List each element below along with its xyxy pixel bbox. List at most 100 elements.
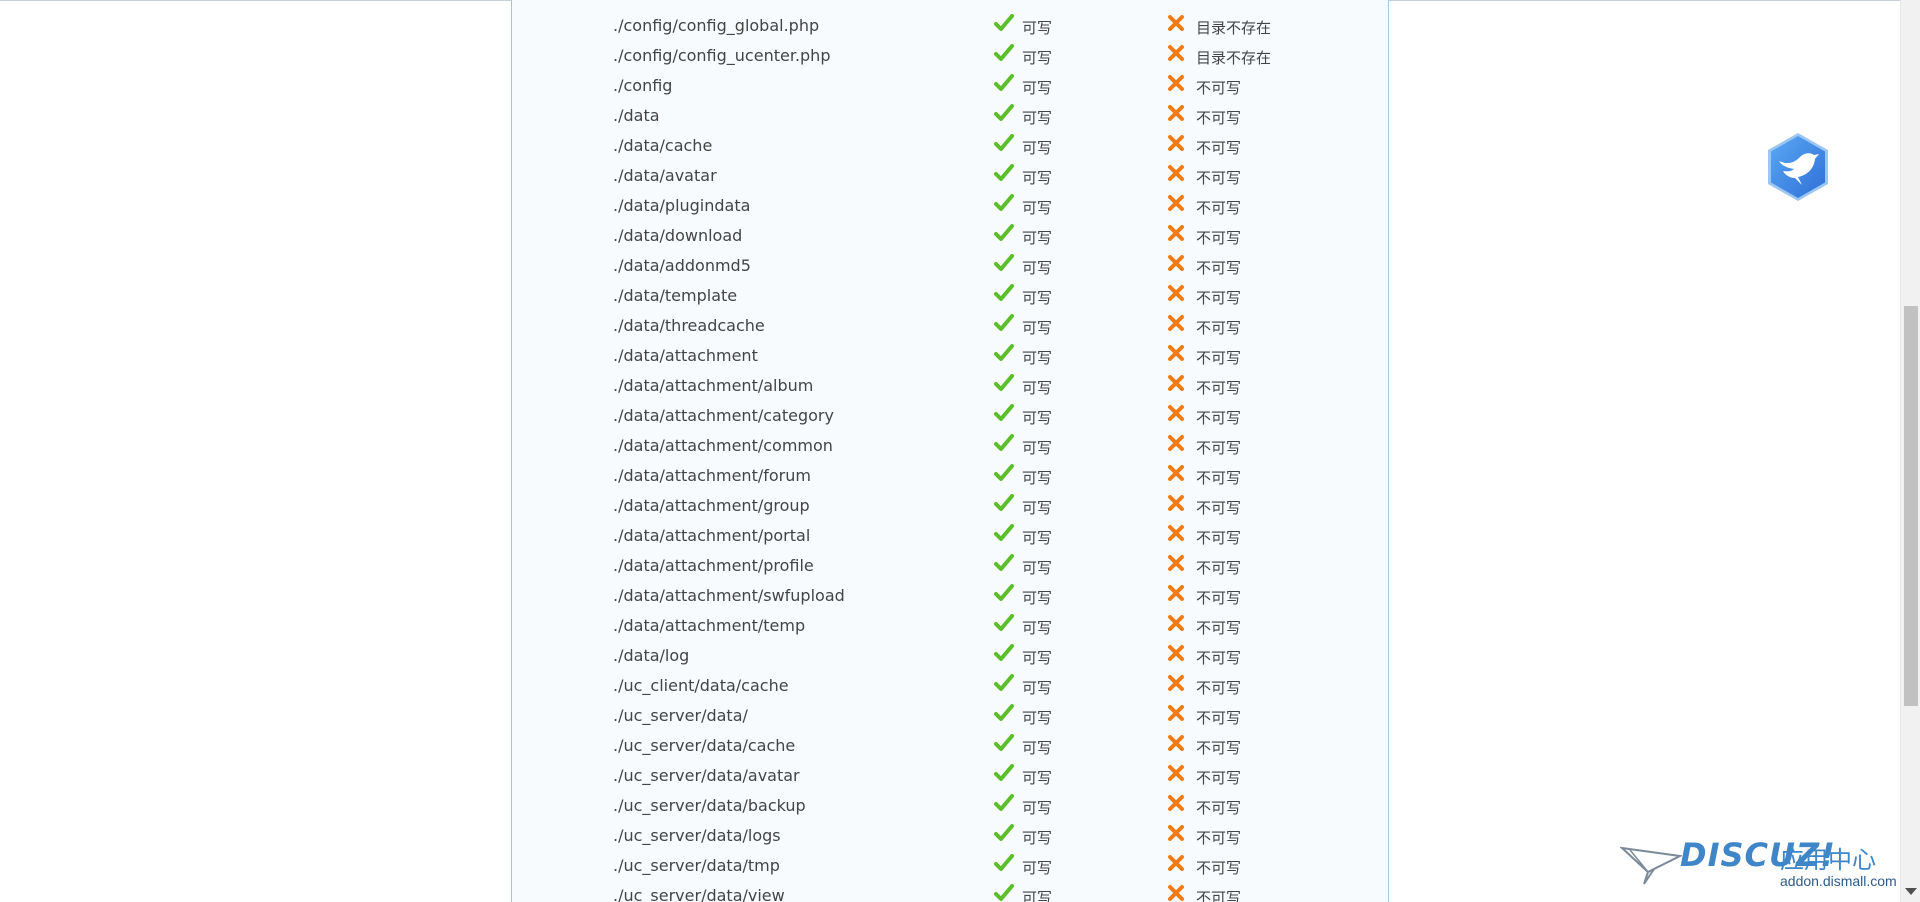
current-status: 可写 [1022,469,1053,487]
current-status: 可写 [1022,439,1053,457]
table-row: ./data/log 可写 不可写 [512,640,1388,670]
cross-icon [1167,464,1185,482]
check-icon [994,133,1014,153]
current-status: 可写 [1022,49,1053,67]
current-status: 可写 [1022,679,1053,697]
directory-path: ./uc_server/data/ [613,706,748,725]
table-row: ./data/attachment/album 可写 不可写 [512,370,1388,400]
current-status: 可写 [1022,619,1053,637]
current-status: 可写 [1022,349,1053,367]
cross-icon [1167,74,1185,92]
cross-icon [1167,794,1185,812]
directory-path: ./data/attachment/category [613,406,834,425]
check-icon [994,523,1014,543]
table-row: ./uc_server/data/tmp 可写 不可写 [512,850,1388,880]
current-status: 可写 [1022,379,1053,397]
current-status: 可写 [1022,529,1053,547]
cross-icon [1167,434,1185,452]
table-row: ./data/avatar 可写 不可写 [512,160,1388,190]
required-status: 不可写 [1196,769,1242,787]
required-status: 不可写 [1196,889,1242,902]
current-status: 可写 [1022,139,1053,157]
required-status: 不可写 [1196,709,1242,727]
directory-path: ./uc_server/data/view [613,886,785,902]
directory-path: ./data/attachment [613,346,758,365]
scrollbar-thumb[interactable] [1904,306,1918,706]
table-row: ./data/addonmd5 可写 不可写 [512,250,1388,280]
current-status: 可写 [1022,829,1053,847]
check-icon [994,493,1014,513]
cross-icon [1167,674,1185,692]
directory-path: ./uc_server/data/backup [613,796,806,815]
check-icon [994,643,1014,663]
cross-icon [1167,704,1185,722]
table-row: ./data/attachment/swfupload 可写 不可写 [512,580,1388,610]
table-row: ./data/cache 可写 不可写 [512,130,1388,160]
table-row: ./config 可写 不可写 [512,70,1388,100]
check-icon [994,313,1014,333]
required-status: 不可写 [1196,379,1242,397]
vertical-scrollbar[interactable] [1900,0,1920,902]
current-status: 可写 [1022,889,1053,902]
cross-icon [1167,284,1185,302]
current-status: 可写 [1022,169,1053,187]
directory-path: ./data/threadcache [613,316,765,335]
directory-path: ./data/attachment/swfupload [613,586,845,605]
check-icon [994,73,1014,93]
required-status: 不可写 [1196,649,1242,667]
paper-plane-icon [1620,846,1682,885]
table-row: ./data/attachment/temp 可写 不可写 [512,610,1388,640]
floating-assistant-button[interactable] [1764,131,1832,203]
check-icon [994,763,1014,783]
watermark-url: addon.dismall.com [1780,873,1897,889]
table-row: ./uc_server/data/logs 可写 不可写 [512,820,1388,850]
directory-path: ./data/cache [613,136,713,155]
directory-path: ./data/template [613,286,738,305]
table-row: ./uc_server/data/avatar 可写 不可写 [512,760,1388,790]
current-status: 可写 [1022,559,1053,577]
required-status: 不可写 [1196,409,1242,427]
check-icon [994,703,1014,723]
check-icon [994,253,1014,273]
scroll-down-arrow-icon[interactable] [1905,888,1917,895]
cross-icon [1167,494,1185,512]
check-icon [994,733,1014,753]
required-status: 不可写 [1196,799,1242,817]
check-icon [994,613,1014,633]
directory-path: ./data/attachment/forum [613,466,811,485]
directory-path: ./data/attachment/group [613,496,810,515]
check-icon [994,403,1014,423]
check-icon [994,583,1014,603]
check-icon [994,343,1014,363]
current-status: 可写 [1022,799,1053,817]
check-icon [994,793,1014,813]
table-row: ./data/template 可写 不可写 [512,280,1388,310]
required-status: 不可写 [1196,199,1242,217]
check-icon [994,43,1014,63]
required-status: 不可写 [1196,229,1242,247]
cross-icon [1167,344,1185,362]
required-status: 不可写 [1196,529,1242,547]
table-row: ./data/attachment/group 可写 不可写 [512,490,1388,520]
cross-icon [1167,644,1185,662]
table-row: ./uc_server/data/backup 可写 不可写 [512,790,1388,820]
table-row: ./data/attachment/portal 可写 不可写 [512,520,1388,550]
directory-path: ./data/attachment/portal [613,526,811,545]
table-row: ./data/attachment/profile 可写 不可写 [512,550,1388,580]
required-status: 不可写 [1196,679,1242,697]
current-status: 可写 [1022,649,1053,667]
directory-path: ./data/addonmd5 [613,256,751,275]
directory-path: ./data/log [613,646,690,665]
required-status: 不可写 [1196,829,1242,847]
current-status: 可写 [1022,109,1053,127]
required-status: 不可写 [1196,259,1242,277]
required-status: 不可写 [1196,349,1242,367]
required-status: 目录不存在 [1196,19,1272,37]
required-status: 不可写 [1196,139,1242,157]
cross-icon [1167,884,1185,902]
directory-path: ./uc_server/data/avatar [613,766,800,785]
current-status: 可写 [1022,199,1053,217]
directory-path: ./config/config_ucenter.php [613,46,831,65]
check-icon [994,13,1014,33]
check-icon [994,553,1014,573]
